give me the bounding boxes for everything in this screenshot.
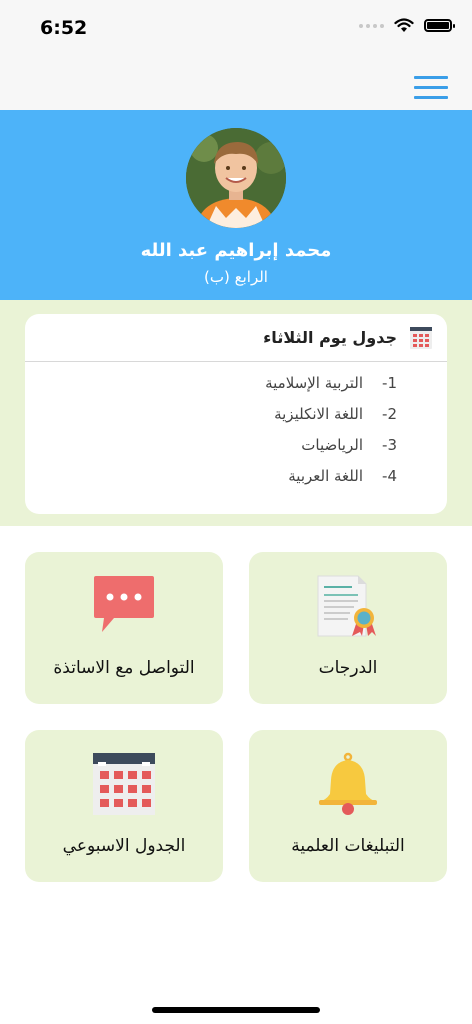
lesson-item: 2- اللغة الانكليزية (265, 405, 397, 436)
grades-label: الدرجات (318, 658, 378, 678)
schedule-title: جدول يوم الثلاثاء (263, 328, 397, 347)
teachers-chat-tile[interactable]: التواصل مع الاساتذة (25, 552, 223, 704)
signal-icon (359, 23, 384, 28)
lesson-number: 1- (382, 374, 397, 392)
lesson-number: 4- (382, 467, 397, 485)
calendar-icon (410, 327, 432, 349)
lesson-item: 1- التربية الإسلامية (265, 374, 397, 405)
teachers-chat-label: التواصل مع الاساتذة (53, 658, 195, 678)
student-name: محمد إبراهيم عبد الله (140, 240, 332, 261)
lesson-subject: اللغة الانكليزية (274, 405, 363, 423)
wifi-icon (394, 18, 414, 32)
lesson-number: 3- (382, 436, 397, 454)
profile-header: محمد إبراهيم عبد الله الرابع (ب) (0, 110, 472, 300)
status-icons (359, 18, 455, 33)
lesson-subject: اللغة العربية (288, 467, 363, 485)
lesson-subject: الرياضيات (301, 436, 363, 454)
status-bar: 6:52 (0, 0, 472, 58)
daily-schedule-card: جدول يوم الثلاثاء 1- التربية الإسلامية 2-… (25, 314, 447, 514)
student-class: الرابع (ب) (204, 268, 268, 286)
lesson-number: 2- (382, 405, 397, 423)
weekly-schedule-label: الجدول الاسبوعي (62, 836, 186, 856)
schedule-header: جدول يوم الثلاثاء (25, 314, 447, 362)
certificate-icon (317, 575, 376, 637)
battery-icon (424, 19, 455, 32)
avatar (186, 128, 286, 228)
lesson-item: 4- اللغة العربية (265, 467, 397, 498)
bell-icon (319, 752, 377, 815)
calendar-icon (93, 753, 155, 815)
lesson-list: 1- التربية الإسلامية 2- اللغة الانكليزية 3… (265, 374, 397, 498)
status-time: 6:52 (40, 17, 88, 39)
chat-bubble-icon (94, 576, 154, 632)
daily-schedule-section: جدول يوم الثلاثاء 1- التربية الإسلامية 2-… (0, 300, 472, 526)
weekly-schedule-tile[interactable]: الجدول الاسبوعي (25, 730, 223, 882)
lesson-item: 3- الرياضيات (265, 436, 397, 467)
nav-bar (0, 58, 472, 110)
notifications-label: التبليغات العلمية (291, 836, 405, 856)
lesson-subject: التربية الإسلامية (265, 374, 363, 392)
home-indicator[interactable] (152, 1007, 320, 1013)
grades-tile[interactable]: الدرجات (249, 552, 447, 704)
menu-button[interactable] (414, 74, 448, 100)
notifications-tile[interactable]: التبليغات العلمية (249, 730, 447, 882)
